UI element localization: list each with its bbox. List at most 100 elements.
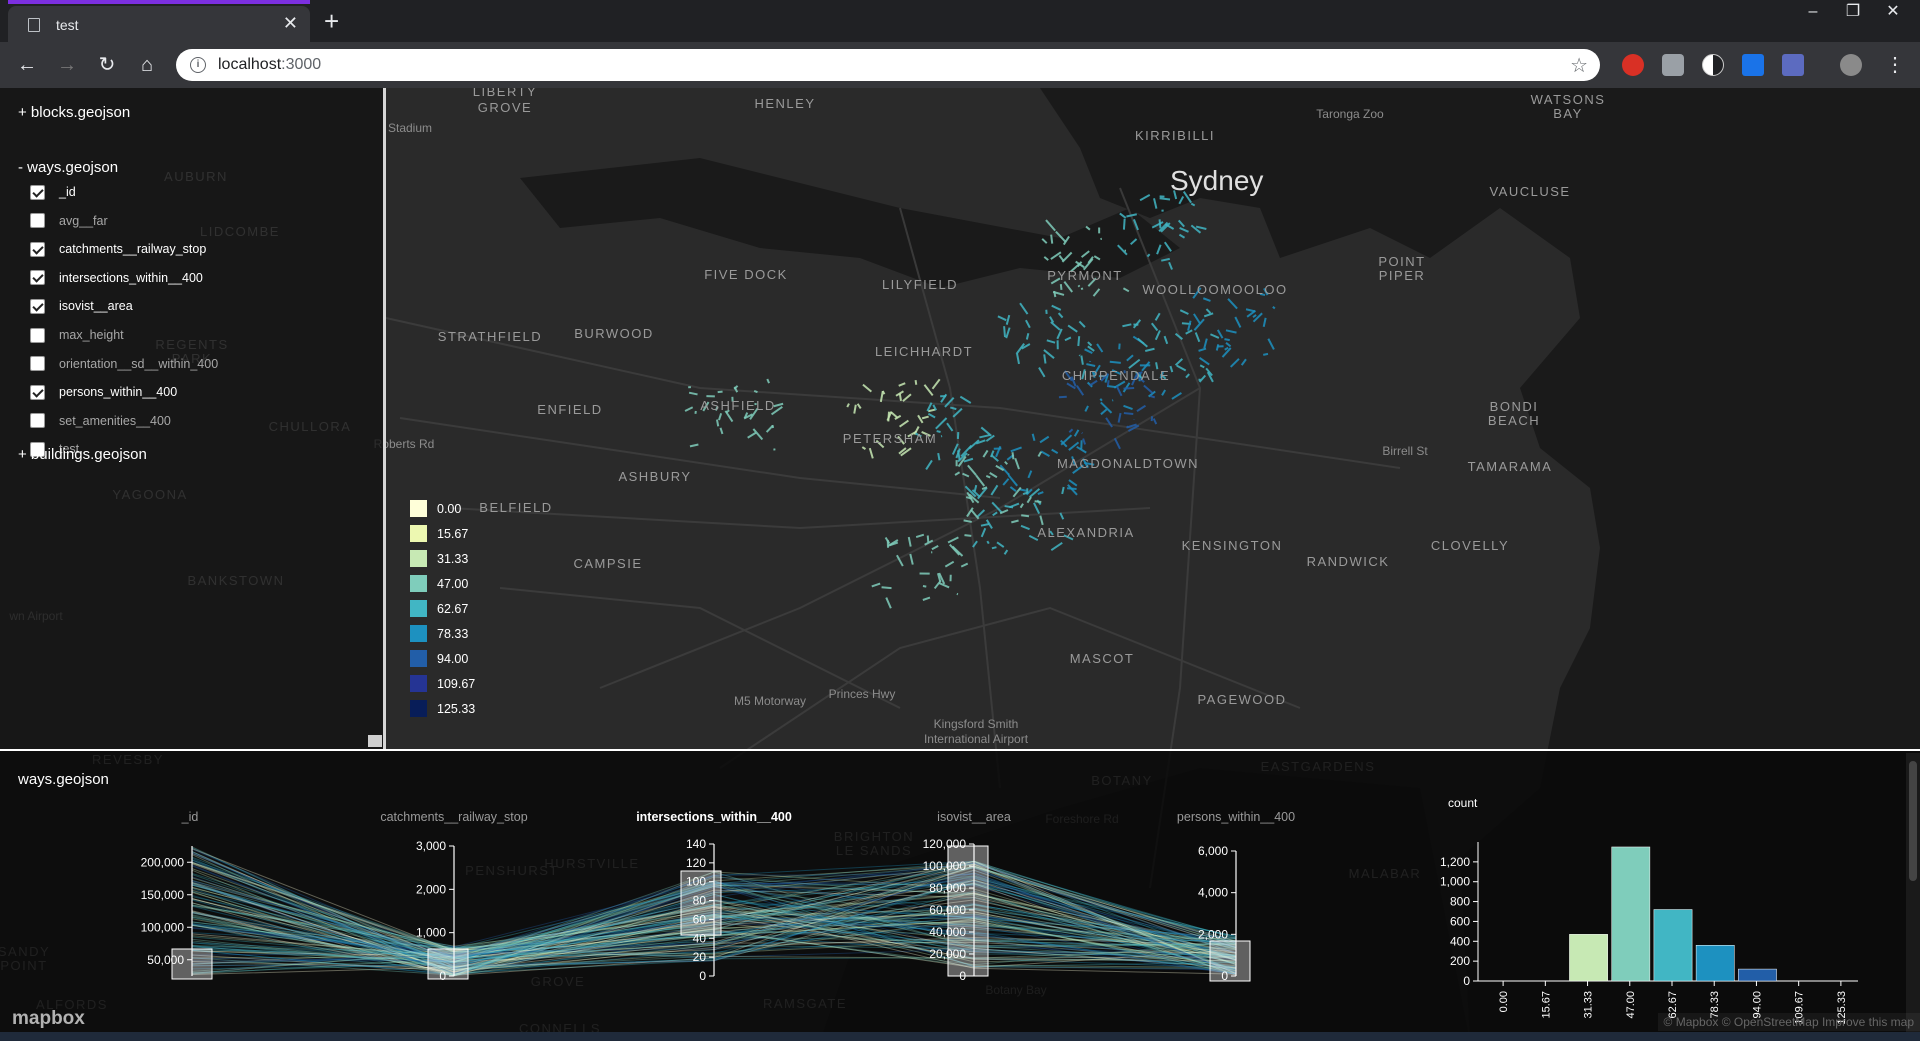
attribute-checkbox[interactable] xyxy=(30,356,45,372)
attribute-checkbox[interactable] xyxy=(30,384,45,400)
legend-label: 47.00 xyxy=(437,576,469,591)
extension-window-icon[interactable] xyxy=(1782,54,1804,76)
close-tab-icon[interactable]: ✕ xyxy=(283,13,298,34)
place-label: M5 Motorway xyxy=(734,694,806,708)
mapbox-logo[interactable]: mapbox xyxy=(12,1008,85,1030)
legend-swatch xyxy=(410,525,427,542)
ways-layer-toggle[interactable]: - ways.geojson xyxy=(18,159,118,176)
ways-attribute-item[interactable]: catchments__railway_stop xyxy=(30,239,206,259)
way-segment xyxy=(1150,395,1156,399)
blocks-layer-toggle[interactable]: + blocks.geojson xyxy=(18,104,130,121)
way-segment xyxy=(771,424,775,429)
minimize-icon[interactable]: ‒ xyxy=(1794,0,1832,24)
way-segment xyxy=(881,586,892,590)
window-close-icon[interactable]: ✕ xyxy=(1874,0,1912,24)
place-label: PYRMONT xyxy=(1047,268,1123,283)
layers-sidebar: + blocks.geojson - ways.geojson _id avg__… xyxy=(0,88,386,749)
way-segment xyxy=(926,535,930,543)
attribute-label: orientation__sd__within_400 xyxy=(59,356,219,371)
way-segment xyxy=(1011,452,1015,460)
bottom-panel-scrollbar[interactable] xyxy=(1906,753,1920,1041)
ways-attribute-item[interactable]: isovist__area xyxy=(30,296,133,316)
forward-icon[interactable]: → xyxy=(54,52,80,78)
reload-icon[interactable]: ↻ xyxy=(94,52,120,78)
ways-attribute-item[interactable]: intersections_within__400 xyxy=(30,268,203,288)
pc-axis-title: catchments__railway_stop xyxy=(380,810,527,824)
attribute-label: set_amenities__400 xyxy=(59,413,171,428)
site-info-icon[interactable]: i xyxy=(190,57,206,73)
way-segment xyxy=(986,540,990,545)
attribute-checkbox[interactable] xyxy=(30,270,45,286)
pc-tick-label: 140 xyxy=(686,837,706,851)
pc-tick-label: 150,000 xyxy=(141,888,185,902)
place-label: BURWOOD xyxy=(574,326,654,341)
restore-icon[interactable]: ❐ xyxy=(1834,0,1872,24)
address-bar[interactable]: i localhost:3000 ☆ xyxy=(176,49,1600,81)
attribute-checkbox[interactable] xyxy=(30,327,45,343)
place-label: VAUCLUSE xyxy=(1489,184,1570,199)
bottom-panel: ways.geojson _id 200,000 150,000 100,000 50,… xyxy=(0,749,1920,1041)
new-tab-icon[interactable]: + xyxy=(324,6,339,37)
pc-tick-label: 2,000 xyxy=(1198,927,1228,941)
place-label: PETERSHAM xyxy=(843,431,937,446)
extension-screenshot-icon[interactable] xyxy=(1742,54,1764,76)
back-icon[interactable]: ← xyxy=(14,52,40,78)
place-label: CLOVELLY xyxy=(1431,538,1509,553)
legend-label: 15.67 xyxy=(437,526,469,541)
ways-attribute-item[interactable]: orientation__sd__within_400 xyxy=(30,354,218,374)
sidebar-resize-handle[interactable] xyxy=(368,735,382,747)
place-label: LILYFIELD xyxy=(882,277,958,292)
place-label: BELFIELD xyxy=(479,500,552,515)
legend-row: 125.33 xyxy=(410,696,490,721)
ways-attribute-item[interactable]: _id xyxy=(30,182,76,202)
histogram-ytick-label: 800 xyxy=(1450,895,1470,909)
profile-avatar[interactable] xyxy=(1840,54,1862,76)
place-label: BEACH xyxy=(1488,413,1540,428)
bookmark-star-icon[interactable]: ☆ xyxy=(1570,53,1588,78)
pc-brush xyxy=(1209,940,1251,982)
extension-camera-icon[interactable] xyxy=(1662,54,1684,76)
place-label: CHIPPENDALE xyxy=(1062,368,1170,383)
legend-swatch xyxy=(410,625,427,642)
attribute-checkbox[interactable] xyxy=(30,213,45,229)
attribute-checkbox[interactable] xyxy=(30,184,45,200)
way-segment xyxy=(936,430,941,433)
place-label: Kingsford Smith xyxy=(934,717,1019,731)
browser-toolbar: ← → ↻ ⌂ i localhost:3000 ☆ ⋮ xyxy=(0,42,1920,88)
histogram-bar xyxy=(1569,934,1608,982)
menu-icon[interactable]: ⋮ xyxy=(1882,52,1908,78)
way-segment xyxy=(1078,354,1081,357)
map-attribution[interactable]: © Mapbox © OpenStreetMap Improve this ma… xyxy=(1657,1013,1920,1031)
histogram-bar xyxy=(1738,968,1777,982)
attribute-checkbox[interactable] xyxy=(30,298,45,314)
pc-tick-label: 2,000 xyxy=(416,882,446,896)
attribute-label: avg__far xyxy=(59,213,108,228)
pc-tick-label: 4,000 xyxy=(1198,886,1228,900)
legend-row: 62.67 xyxy=(410,596,490,621)
home-icon[interactable]: ⌂ xyxy=(134,52,160,78)
legend-row: 15.67 xyxy=(410,521,490,546)
attribute-label: intersections_within__400 xyxy=(59,270,203,285)
browser-tab[interactable]: test ✕ xyxy=(8,0,310,42)
parallel-coordinates-and-histogram: _id200,000150,000100,00050,000catchments… xyxy=(141,796,1858,1025)
buildings-layer-toggle[interactable]: + buildings.geojson xyxy=(18,446,147,463)
ways-attribute-item[interactable]: avg__far xyxy=(30,211,108,231)
attribute-checkbox[interactable] xyxy=(30,413,45,429)
attribute-label: _id xyxy=(59,185,76,199)
page-viewport: HENLEY KIRRIBILLI Taronga Zoo WATSONS BAY VAU… xyxy=(0,88,1920,1041)
pc-tick-label: 1,000 xyxy=(416,926,446,940)
ways-attribute-item[interactable]: persons_within__400 xyxy=(30,382,177,402)
ways-attribute-item[interactable]: set_amenities__400 xyxy=(30,411,171,431)
ways-attribute-item[interactable]: max_height xyxy=(30,325,124,345)
pc-tick-label: 100,000 xyxy=(141,920,185,934)
extension-contrast-icon[interactable] xyxy=(1702,54,1724,76)
scrollbar-thumb[interactable] xyxy=(1909,761,1917,881)
extension-adblock-icon[interactable] xyxy=(1622,54,1644,76)
document-icon xyxy=(28,18,40,32)
pc-axis-title: isovist__area xyxy=(937,810,1011,824)
attribute-checkbox[interactable] xyxy=(30,241,45,257)
legend-label: 62.67 xyxy=(437,601,469,616)
place-label: RANDWICK xyxy=(1307,554,1390,569)
way-segment xyxy=(1059,283,1063,290)
city-label: Sydney xyxy=(1170,165,1263,196)
